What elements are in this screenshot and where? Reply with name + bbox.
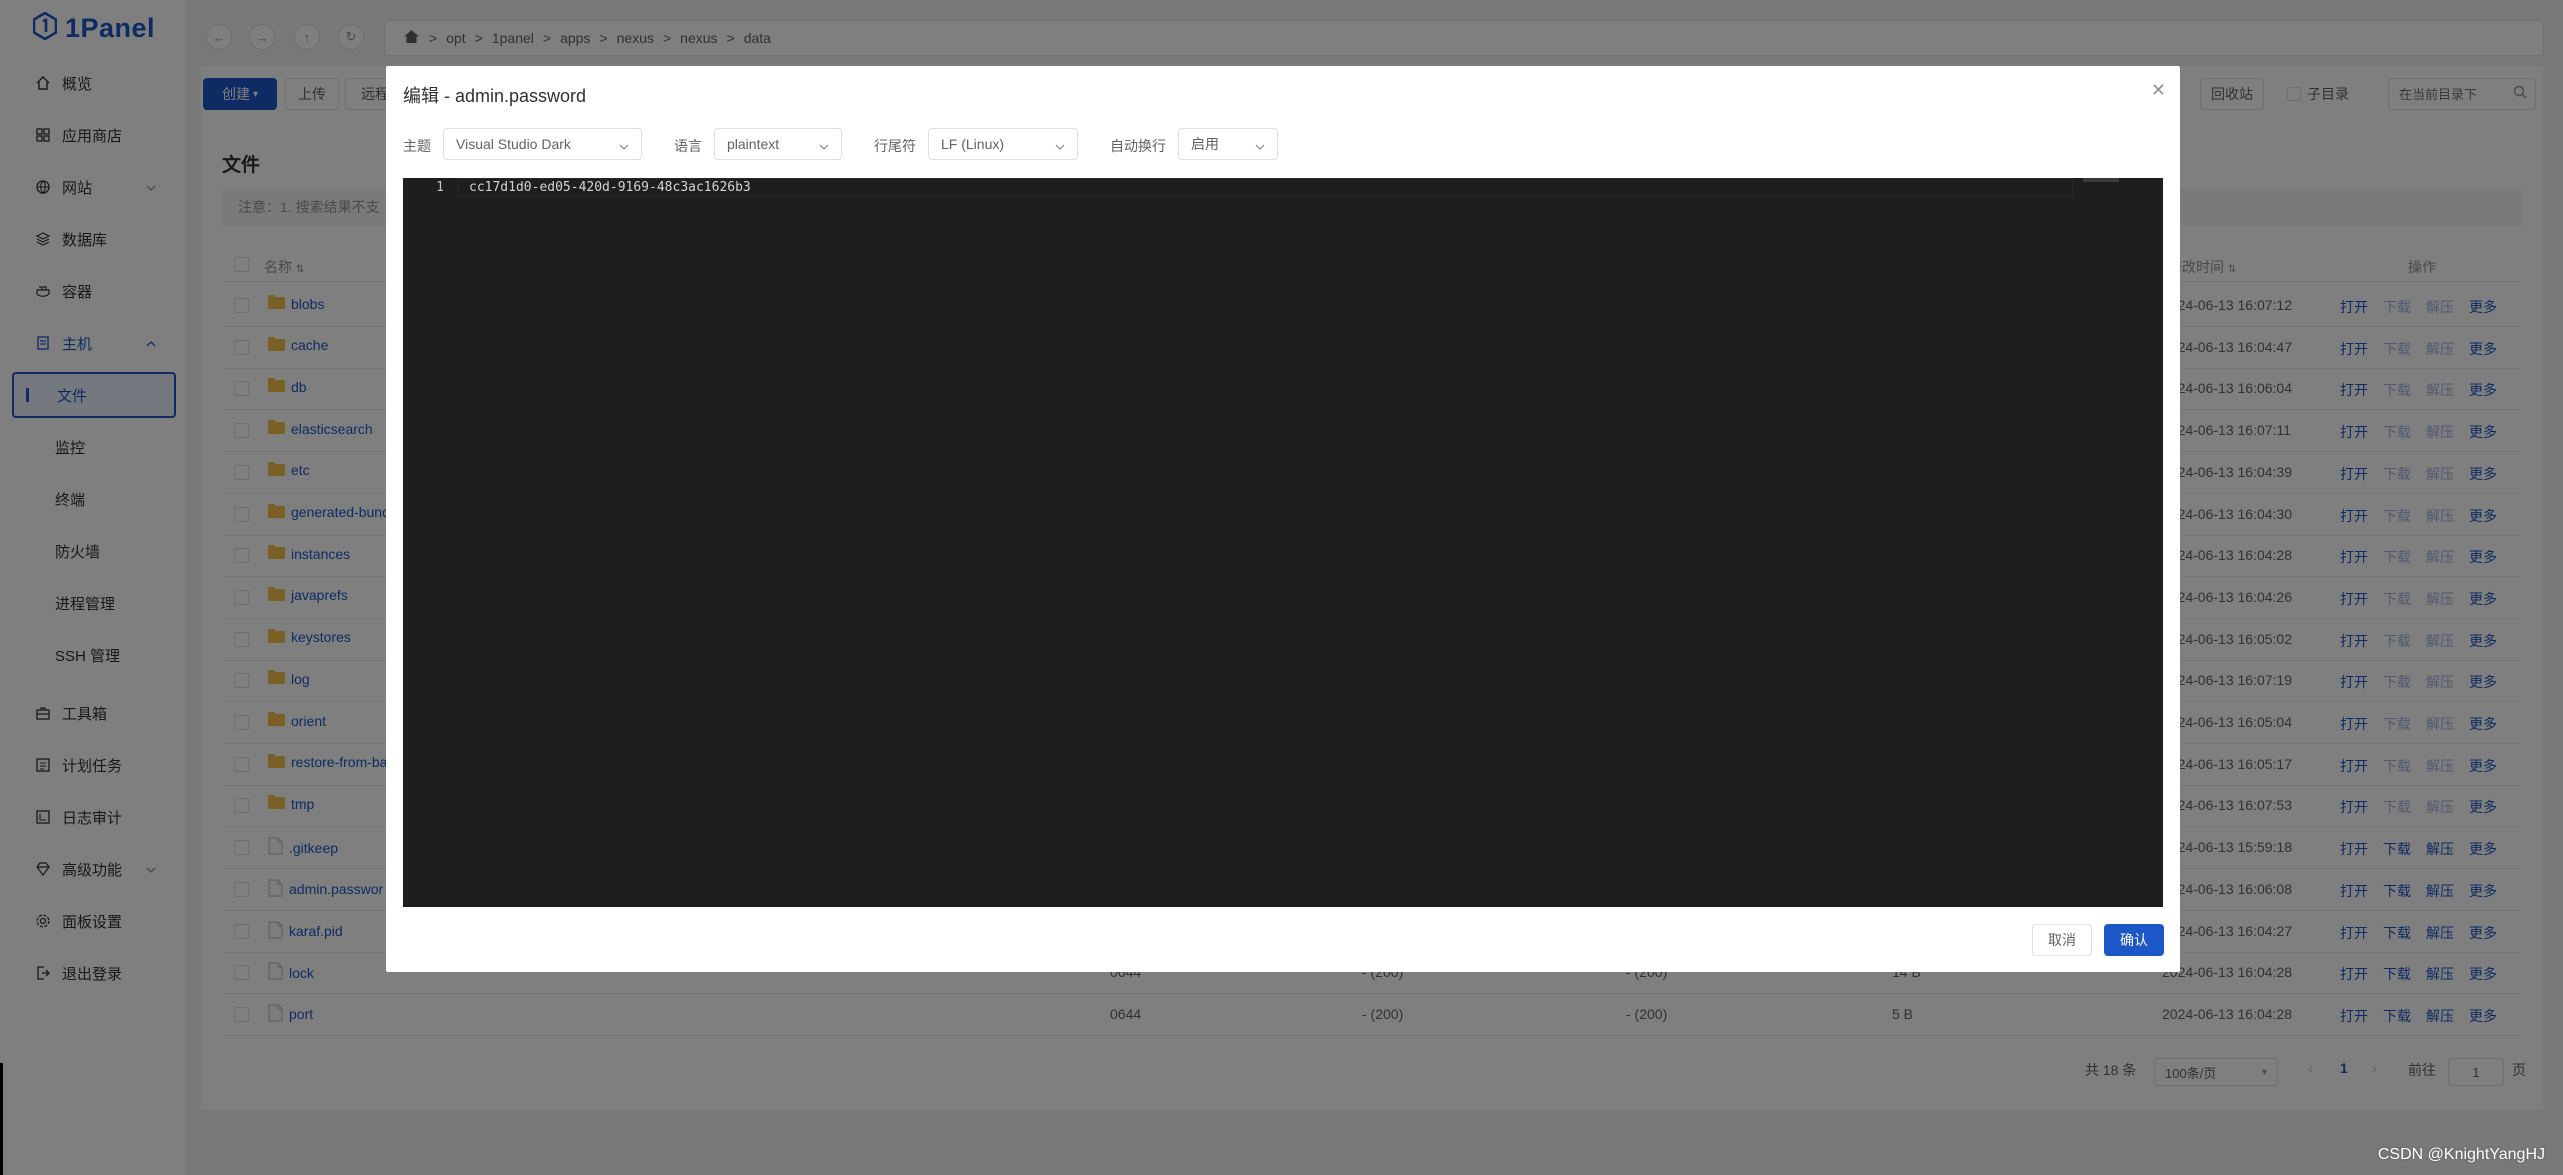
eol-label: 行尾符: [874, 138, 916, 154]
editor-gutter: 1: [403, 178, 458, 907]
editor-line[interactable]: cc17d1d0-ed05-420d-9169-48c3ac1626b3: [458, 178, 2073, 197]
theme-select[interactable]: Visual Studio Dark: [443, 128, 642, 160]
confirm-button[interactable]: 确认: [2104, 924, 2164, 956]
chevron-down-icon: [819, 139, 829, 155]
word-wrap-label: 自动换行: [1110, 138, 1166, 154]
code-editor[interactable]: 1 cc17d1d0-ed05-420d-9169-48c3ac1626b3: [403, 178, 2163, 907]
watermark: CSDN @KnightYangHJ: [2377, 1146, 2545, 1163]
close-icon[interactable]: ✕: [2151, 80, 2166, 101]
line-number: 1: [436, 180, 444, 195]
theme-label: 主题: [403, 138, 431, 154]
edit-file-dialog: 编辑 - admin.password ✕ 主题 Visual Studio D…: [386, 66, 2180, 972]
chevron-down-icon: [619, 139, 629, 155]
confirm-label: 确认: [2120, 932, 2148, 948]
language-value: plaintext: [727, 136, 780, 152]
cancel-label: 取消: [2048, 932, 2076, 948]
theme-value: Visual Studio Dark: [456, 136, 571, 152]
language-label: 语言: [674, 138, 702, 154]
dialog-title: 编辑 - admin.password: [403, 86, 587, 106]
eol-select[interactable]: LF (Linux): [928, 128, 1078, 160]
eol-value: LF (Linux): [941, 136, 1005, 152]
window-edge: [0, 1063, 3, 1175]
chevron-down-icon: [1055, 139, 1065, 155]
chevron-down-icon: [1255, 139, 1265, 155]
language-select[interactable]: plaintext: [714, 128, 842, 160]
word-wrap-value: 启用: [1191, 136, 1219, 152]
cancel-button[interactable]: 取消: [2032, 924, 2092, 956]
word-wrap-select[interactable]: 启用: [1178, 128, 1278, 160]
editor-minimap[interactable]: [2083, 178, 2119, 182]
